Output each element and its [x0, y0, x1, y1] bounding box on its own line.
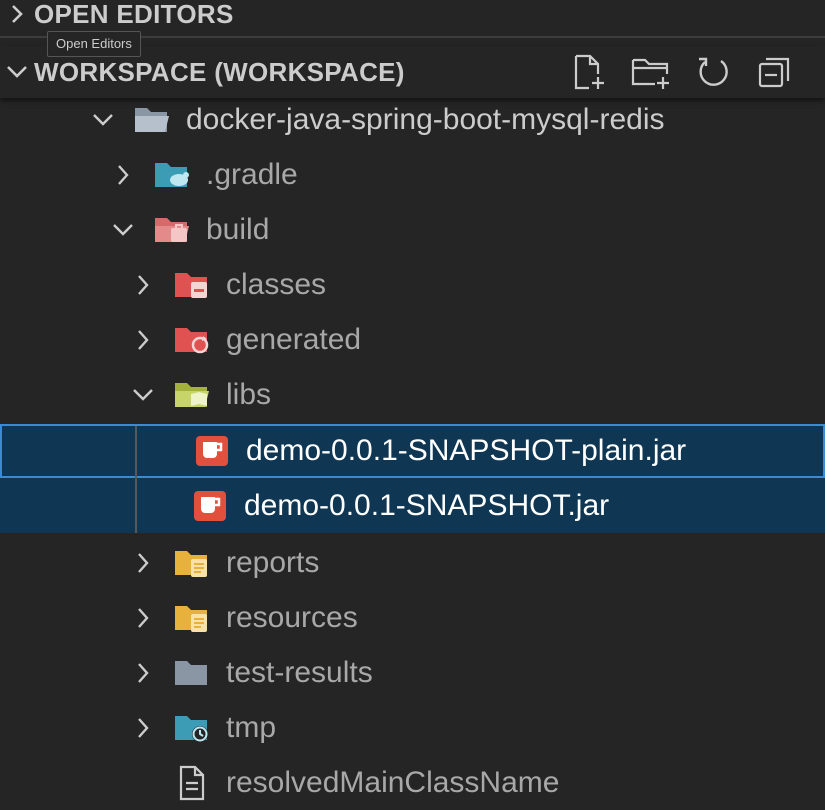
- jar-file-icon: [190, 486, 230, 526]
- new-folder-icon[interactable]: [631, 52, 671, 92]
- open-editors-tooltip: Open Editors: [47, 31, 141, 57]
- tree-item-label: demo-0.0.1-SNAPSHOT.jar: [244, 488, 610, 522]
- chevron-right-icon: [128, 328, 158, 352]
- tree-item-resources[interactable]: resources: [0, 590, 825, 645]
- chevron-right-icon: [128, 551, 158, 575]
- chevron-down-icon: [0, 63, 34, 81]
- tree-item-label: libs: [226, 377, 272, 411]
- jar-file-icon: [192, 431, 232, 471]
- tree-item-label: resolvedMainClassName: [226, 765, 560, 799]
- classes-folder-icon: [172, 265, 212, 305]
- tree-item-snapshot-jar[interactable]: demo-0.0.1-SNAPSHOT.jar: [0, 478, 825, 533]
- tmp-folder-icon: [172, 708, 212, 748]
- tree-item-reports[interactable]: reports: [0, 535, 825, 590]
- explorer-toolbar: [569, 46, 795, 98]
- collapse-all-icon[interactable]: [755, 52, 795, 92]
- chevron-down-icon: [88, 112, 118, 128]
- tree-item-label: build: [206, 212, 270, 246]
- tree-item-label: demo-0.0.1-SNAPSHOT-plain.jar: [246, 434, 687, 467]
- chevron-down-icon: [108, 222, 138, 238]
- tree-item-label: docker-java-spring-boot-mysql-redis: [186, 102, 665, 136]
- tree-item-label: tmp: [226, 710, 277, 744]
- chevron-right-icon: [128, 661, 158, 685]
- file-icon: [172, 763, 212, 803]
- tree-item-root-folder[interactable]: docker-java-spring-boot-mysql-redis: [0, 92, 825, 147]
- new-file-icon[interactable]: [569, 52, 609, 92]
- workspace-title: WORKSPACE (WORKSPACE): [34, 56, 405, 87]
- tree-item-build[interactable]: build: [0, 202, 825, 257]
- tree-item-classes[interactable]: classes: [0, 257, 825, 312]
- chevron-right-icon: [0, 2, 34, 26]
- tree-item-label: classes: [226, 267, 327, 301]
- gradle-folder-icon: [152, 155, 192, 195]
- tree-item-label: .gradle: [206, 157, 298, 191]
- tree-item-label: reports: [226, 545, 320, 579]
- chevron-right-icon: [128, 273, 158, 297]
- tree-item-label: resources: [226, 600, 358, 634]
- chevron-right-icon: [128, 716, 158, 740]
- tree-item-gradle[interactable]: .gradle: [0, 147, 825, 202]
- tree-item-tmp[interactable]: tmp: [0, 700, 825, 755]
- folder-open-icon: [132, 100, 172, 140]
- tree-item-plain-jar[interactable]: demo-0.0.1-SNAPSHOT-plain.jar: [0, 424, 825, 478]
- libs-folder-icon: [172, 375, 212, 415]
- resources-folder-icon: [172, 598, 212, 638]
- reports-folder-icon: [172, 543, 212, 583]
- build-folder-icon: [152, 210, 192, 250]
- generated-folder-icon: [172, 320, 212, 360]
- tree-item-test-results[interactable]: test-results: [0, 645, 825, 700]
- open-editors-title: OPEN EDITORS: [34, 0, 234, 29]
- chevron-right-icon: [108, 163, 138, 187]
- tree-item-libs[interactable]: libs: [0, 367, 825, 422]
- tree-item-generated[interactable]: generated: [0, 312, 825, 367]
- folder-icon: [172, 653, 212, 693]
- tree-item-label: generated: [226, 322, 362, 356]
- indent-guide: [135, 426, 137, 533]
- tree-item-label: test-results: [226, 655, 373, 689]
- chevron-right-icon: [128, 606, 158, 630]
- refresh-icon[interactable]: [693, 52, 733, 92]
- chevron-down-icon: [128, 387, 158, 403]
- tree-item-resolved-main-class-name[interactable]: resolvedMainClassName: [0, 755, 825, 810]
